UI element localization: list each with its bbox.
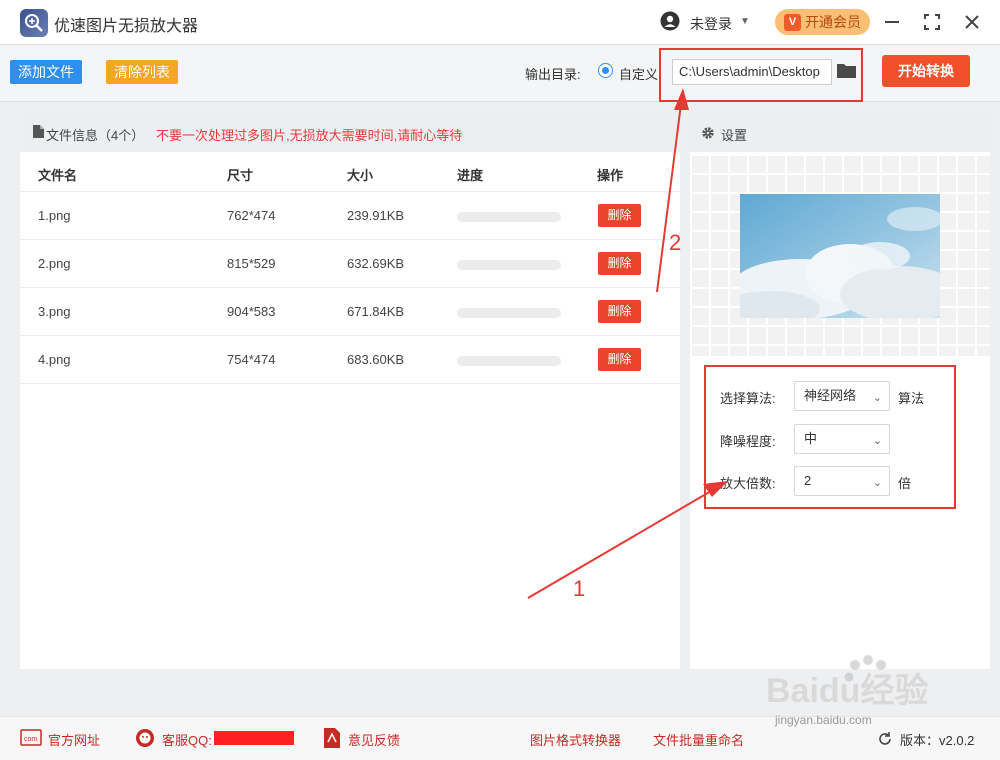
denoise-value: 中 [804, 431, 818, 446]
file-dimensions: 762*474 [227, 208, 276, 223]
vip-badge-icon: V [784, 14, 801, 31]
file-dimensions: 815*529 [227, 256, 276, 271]
toolbar: 添加文件 清除列表 输出目录: 自定义 C:\Users\admin\Deskt… [0, 45, 1000, 102]
denoise-select[interactable]: 中 ⌄ [794, 424, 890, 454]
algorithm-suffix: 算法 [898, 391, 925, 406]
file-info-title: 文件信息（4个） [46, 128, 145, 143]
annotation-number-1: 1 [573, 576, 586, 601]
app-title: 优速图片无损放大器 [54, 18, 199, 35]
file-size: 683.60KB [347, 352, 405, 367]
col-action: 操作 [597, 168, 624, 183]
version-label: 版本：v2.0.2 [900, 733, 975, 748]
qq-label[interactable]: 客服QQ: [162, 730, 212, 749]
feedback-icon [324, 728, 340, 748]
table-row: 4.png 754*474 683.60KB 删除 [20, 336, 680, 384]
col-dimensions: 尺寸 [227, 168, 254, 183]
vip-label: 开通会员 [805, 14, 861, 30]
delete-button[interactable]: 删除 [598, 204, 641, 227]
add-file-button[interactable]: 添加文件 [10, 60, 82, 84]
app-logo-icon [20, 9, 48, 37]
table-row: 3.png 904*583 671.84KB 删除 [20, 288, 680, 336]
document-icon [33, 125, 44, 138]
col-size: 大小 [347, 168, 374, 183]
svg-text:com: com [24, 736, 37, 743]
file-name: 4.png [38, 352, 71, 367]
batch-rename-link[interactable]: 文件批量重命名 [653, 730, 744, 749]
chevron-down-icon: ⌄ [872, 392, 882, 404]
file-name: 2.png [38, 256, 71, 271]
algorithm-select[interactable]: 神经网络 ⌄ [794, 381, 890, 411]
vip-button[interactable]: V 开通会员 [775, 9, 870, 35]
website-link[interactable]: 官方网址 [48, 730, 100, 749]
chevron-down-icon[interactable]: ▼ [740, 16, 750, 27]
file-dimensions: 754*474 [227, 352, 276, 367]
preview-image [740, 194, 940, 318]
maximize-icon[interactable] [920, 10, 944, 34]
file-dimensions: 904*583 [227, 304, 276, 319]
scale-select[interactable]: 2 ⌄ [794, 466, 890, 496]
clear-list-button[interactable]: 清除列表 [106, 60, 178, 84]
website-icon: com [20, 729, 42, 746]
delete-button[interactable]: 删除 [598, 252, 641, 275]
title-bar: 优速图片无损放大器 未登录 ▼ V 开通会员 [0, 0, 1000, 45]
delete-button[interactable]: 删除 [598, 300, 641, 323]
baidu-watermark: Baidu经验 [766, 655, 928, 710]
table-row: 2.png 815*529 632.69KB 删除 [20, 240, 680, 288]
algorithm-value: 神经网络 [804, 388, 857, 403]
settings-header: 设置 [690, 112, 990, 152]
table-row: 1.png 762*474 239.91KB 删除 [20, 192, 680, 240]
file-info-header: 文件信息（4个） 不要一次处理过多图片,无损放大需要时间,请耐心等待 [20, 112, 680, 152]
file-size: 671.84KB [347, 304, 405, 319]
file-size: 239.91KB [347, 208, 405, 223]
algorithm-label: 选择算法: [720, 391, 776, 406]
chevron-down-icon: ⌄ [872, 477, 882, 489]
minimize-icon[interactable] [880, 10, 904, 34]
start-convert-button[interactable]: 开始转换 [882, 55, 970, 87]
scale-suffix: 倍 [898, 476, 912, 491]
refresh-icon[interactable] [877, 731, 893, 747]
file-warning: 不要一次处理过多图片,无损放大需要时间,请耐心等待 [156, 128, 463, 143]
settings-title: 设置 [721, 128, 748, 143]
chevron-down-icon: ⌄ [872, 435, 882, 447]
customer-service-icon [136, 729, 154, 747]
watermark-url: jingyan.baidu.com [775, 713, 872, 727]
file-name: 1.png [38, 208, 71, 223]
login-status[interactable]: 未登录 [690, 14, 732, 34]
annotation-box-2 [659, 48, 863, 102]
file-size: 632.69KB [347, 256, 405, 271]
watermark-brand: Baidu经验 [766, 671, 928, 710]
progress-bar [457, 356, 561, 366]
gear-icon [702, 127, 714, 139]
output-dir-label: 输出目录: [525, 67, 581, 82]
annotation-number-2: 2 [669, 230, 682, 255]
scale-value: 2 [804, 473, 812, 488]
progress-bar [457, 212, 561, 222]
settings-panel: 设置 选择算法: 神经网络 ⌄ 算法 降噪程度: 中 ⌄ 放大倍数: 2 ⌄ 倍 [690, 112, 990, 669]
format-converter-link[interactable]: 图片格式转换器 [530, 730, 621, 749]
denoise-label: 降噪程度: [720, 434, 776, 449]
col-filename: 文件名 [38, 168, 78, 183]
user-icon[interactable] [660, 11, 680, 31]
delete-button[interactable]: 删除 [598, 348, 641, 371]
close-icon[interactable] [960, 10, 984, 34]
progress-bar [457, 260, 561, 270]
qq-number-redaction [214, 731, 294, 745]
feedback-link[interactable]: 意见反馈 [348, 730, 400, 749]
col-progress: 进度 [457, 168, 484, 183]
custom-dir-radio[interactable] [598, 63, 613, 78]
scale-label: 放大倍数: [720, 476, 776, 491]
progress-bar [457, 308, 561, 318]
custom-dir-label[interactable]: 自定义 [619, 64, 661, 83]
file-name: 3.png [38, 304, 71, 319]
